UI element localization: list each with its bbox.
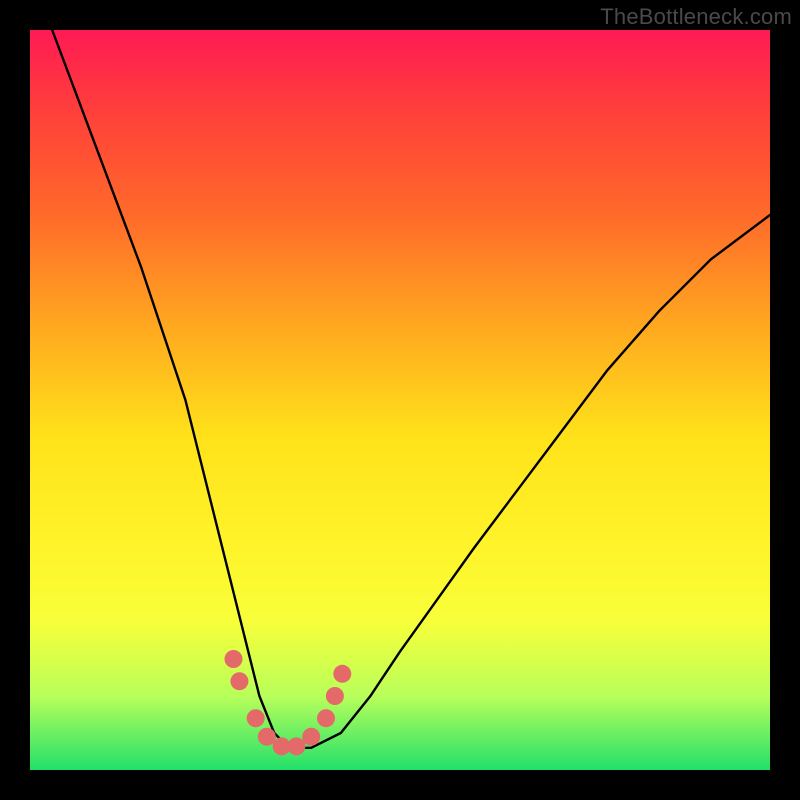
marker-point: [317, 709, 335, 727]
marker-point: [302, 728, 320, 746]
marker-point: [326, 687, 344, 705]
plot-area: [30, 30, 770, 770]
chart-svg: [30, 30, 770, 770]
marker-point: [333, 665, 351, 683]
watermark-text: TheBottleneck.com: [600, 4, 792, 30]
marker-point: [258, 728, 276, 746]
marker-point: [287, 737, 305, 755]
marker-point: [247, 709, 265, 727]
marker-point: [230, 672, 248, 690]
marker-point: [225, 650, 243, 668]
bottleneck-curve: [52, 30, 770, 748]
highlight-markers: [225, 650, 352, 755]
chart-frame: TheBottleneck.com: [0, 0, 800, 800]
